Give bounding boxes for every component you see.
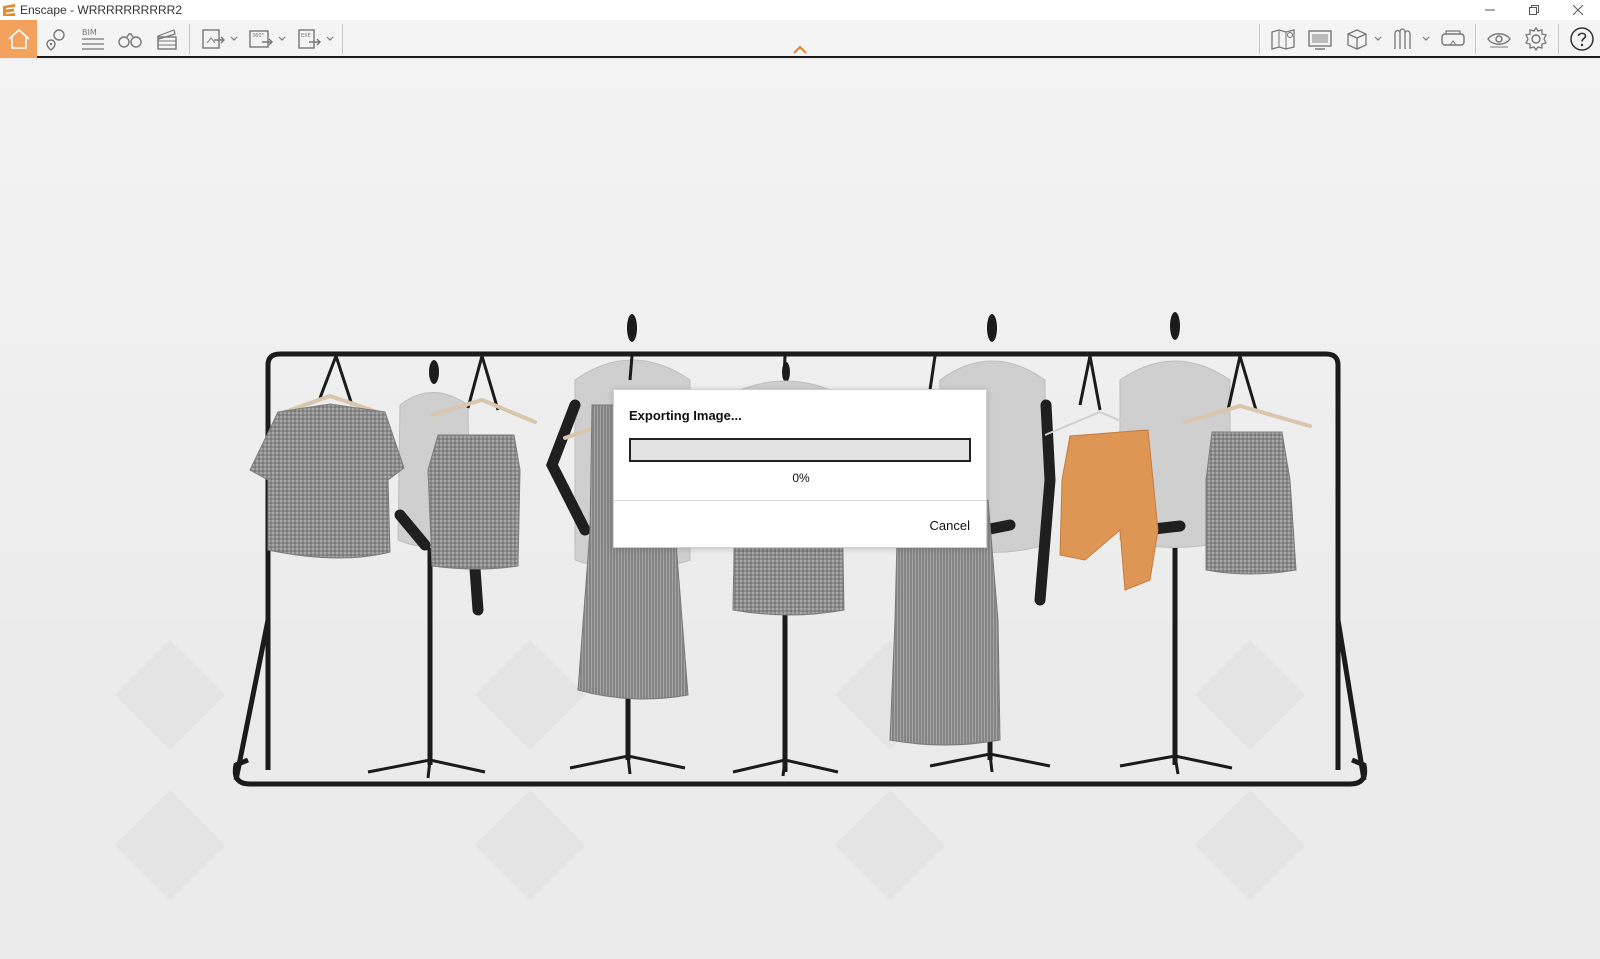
minimize-icon [1485, 9, 1495, 11]
asset-library-icon [1394, 28, 1411, 49]
close-icon [1573, 5, 1583, 15]
vr-headset-button[interactable] [1434, 20, 1471, 58]
video-editor-button[interactable] [148, 20, 185, 58]
export-progress-bar [629, 438, 971, 462]
enscape-logo-icon [3, 4, 15, 16]
grey-tshirt [249, 403, 405, 559]
monitor-button[interactable] [1301, 20, 1338, 58]
toolbar-right-group [1255, 20, 1600, 58]
binoculars-icon [117, 33, 142, 48]
restore-icon [1529, 5, 1539, 15]
chevron-up-icon[interactable] [792, 44, 808, 56]
grey-camisole-right [1205, 431, 1297, 575]
binoculars-button[interactable] [111, 20, 148, 58]
main-toolbar: BIM 360° EXE [0, 20, 1600, 58]
cube-view-button[interactable] [1338, 20, 1386, 58]
monitor-icon [1307, 30, 1332, 50]
chevron-down-icon [1374, 36, 1382, 41]
dialog-divider [614, 500, 986, 501]
home-icon [7, 28, 30, 49]
toolbar-separator [189, 24, 190, 54]
video-clapper-icon [156, 29, 177, 50]
export-panorama-icon: 360° [249, 30, 273, 48]
help-button[interactable] [1563, 20, 1600, 58]
title-bar: Enscape - WRRRRRRRRRR2 [0, 0, 1600, 20]
bim-button[interactable]: BIM [74, 20, 111, 58]
chevron-down-icon [230, 36, 238, 41]
export-exe-icon: EXE [298, 29, 321, 49]
exe-label: EXE [301, 33, 311, 39]
settings-button[interactable] [1517, 20, 1554, 58]
chevron-down-icon [278, 36, 286, 41]
dialog-title: Exporting Image... [629, 408, 742, 423]
visual-settings-eye-icon [1486, 33, 1511, 48]
asset-library-button[interactable] [1386, 20, 1434, 58]
settings-gear-icon [1524, 26, 1547, 52]
map-pin-icon [45, 29, 65, 51]
chevron-down-icon [326, 36, 334, 41]
toolbar-separator [342, 24, 343, 54]
panorama-label: 360° [252, 33, 265, 39]
export-progress-dialog: Exporting Image... 0% Cancel [613, 389, 987, 548]
home-button[interactable] [0, 20, 37, 58]
toolbar-separator [1558, 24, 1559, 54]
render-viewport[interactable]: Exporting Image... 0% Cancel [0, 60, 1600, 959]
close-button[interactable] [1556, 0, 1600, 20]
map-view-icon [1270, 29, 1295, 50]
window-title: Enscape - WRRRRRRRRRR2 [20, 3, 183, 17]
help-icon [1569, 27, 1594, 51]
render-image-icon [202, 29, 225, 49]
orange-draped-top [1059, 429, 1159, 591]
toolbar-separator [1475, 24, 1476, 54]
grey-camisole [427, 434, 521, 570]
cube-view-icon [1347, 29, 1367, 50]
map-view-button[interactable] [1264, 20, 1301, 58]
export-exe-button[interactable]: EXE [290, 20, 338, 58]
export-panorama-button[interactable]: 360° [242, 20, 290, 58]
minimize-button[interactable] [1468, 0, 1512, 20]
views-button[interactable] [37, 20, 74, 58]
chevron-down-icon [1422, 36, 1430, 41]
render-image-button[interactable] [194, 20, 242, 58]
bim-icon: BIM [81, 28, 104, 50]
toolbar-left-group: BIM 360° EXE [0, 20, 347, 58]
visual-settings-button[interactable] [1480, 20, 1517, 58]
restore-button[interactable] [1512, 0, 1556, 20]
cancel-button[interactable]: Cancel [930, 518, 970, 533]
toolbar-separator [1259, 24, 1260, 54]
bim-label: BIM [82, 28, 97, 37]
progress-percent-label: 0% [792, 471, 810, 485]
vr-headset-icon [1440, 30, 1465, 46]
window-controls [1468, 0, 1600, 20]
